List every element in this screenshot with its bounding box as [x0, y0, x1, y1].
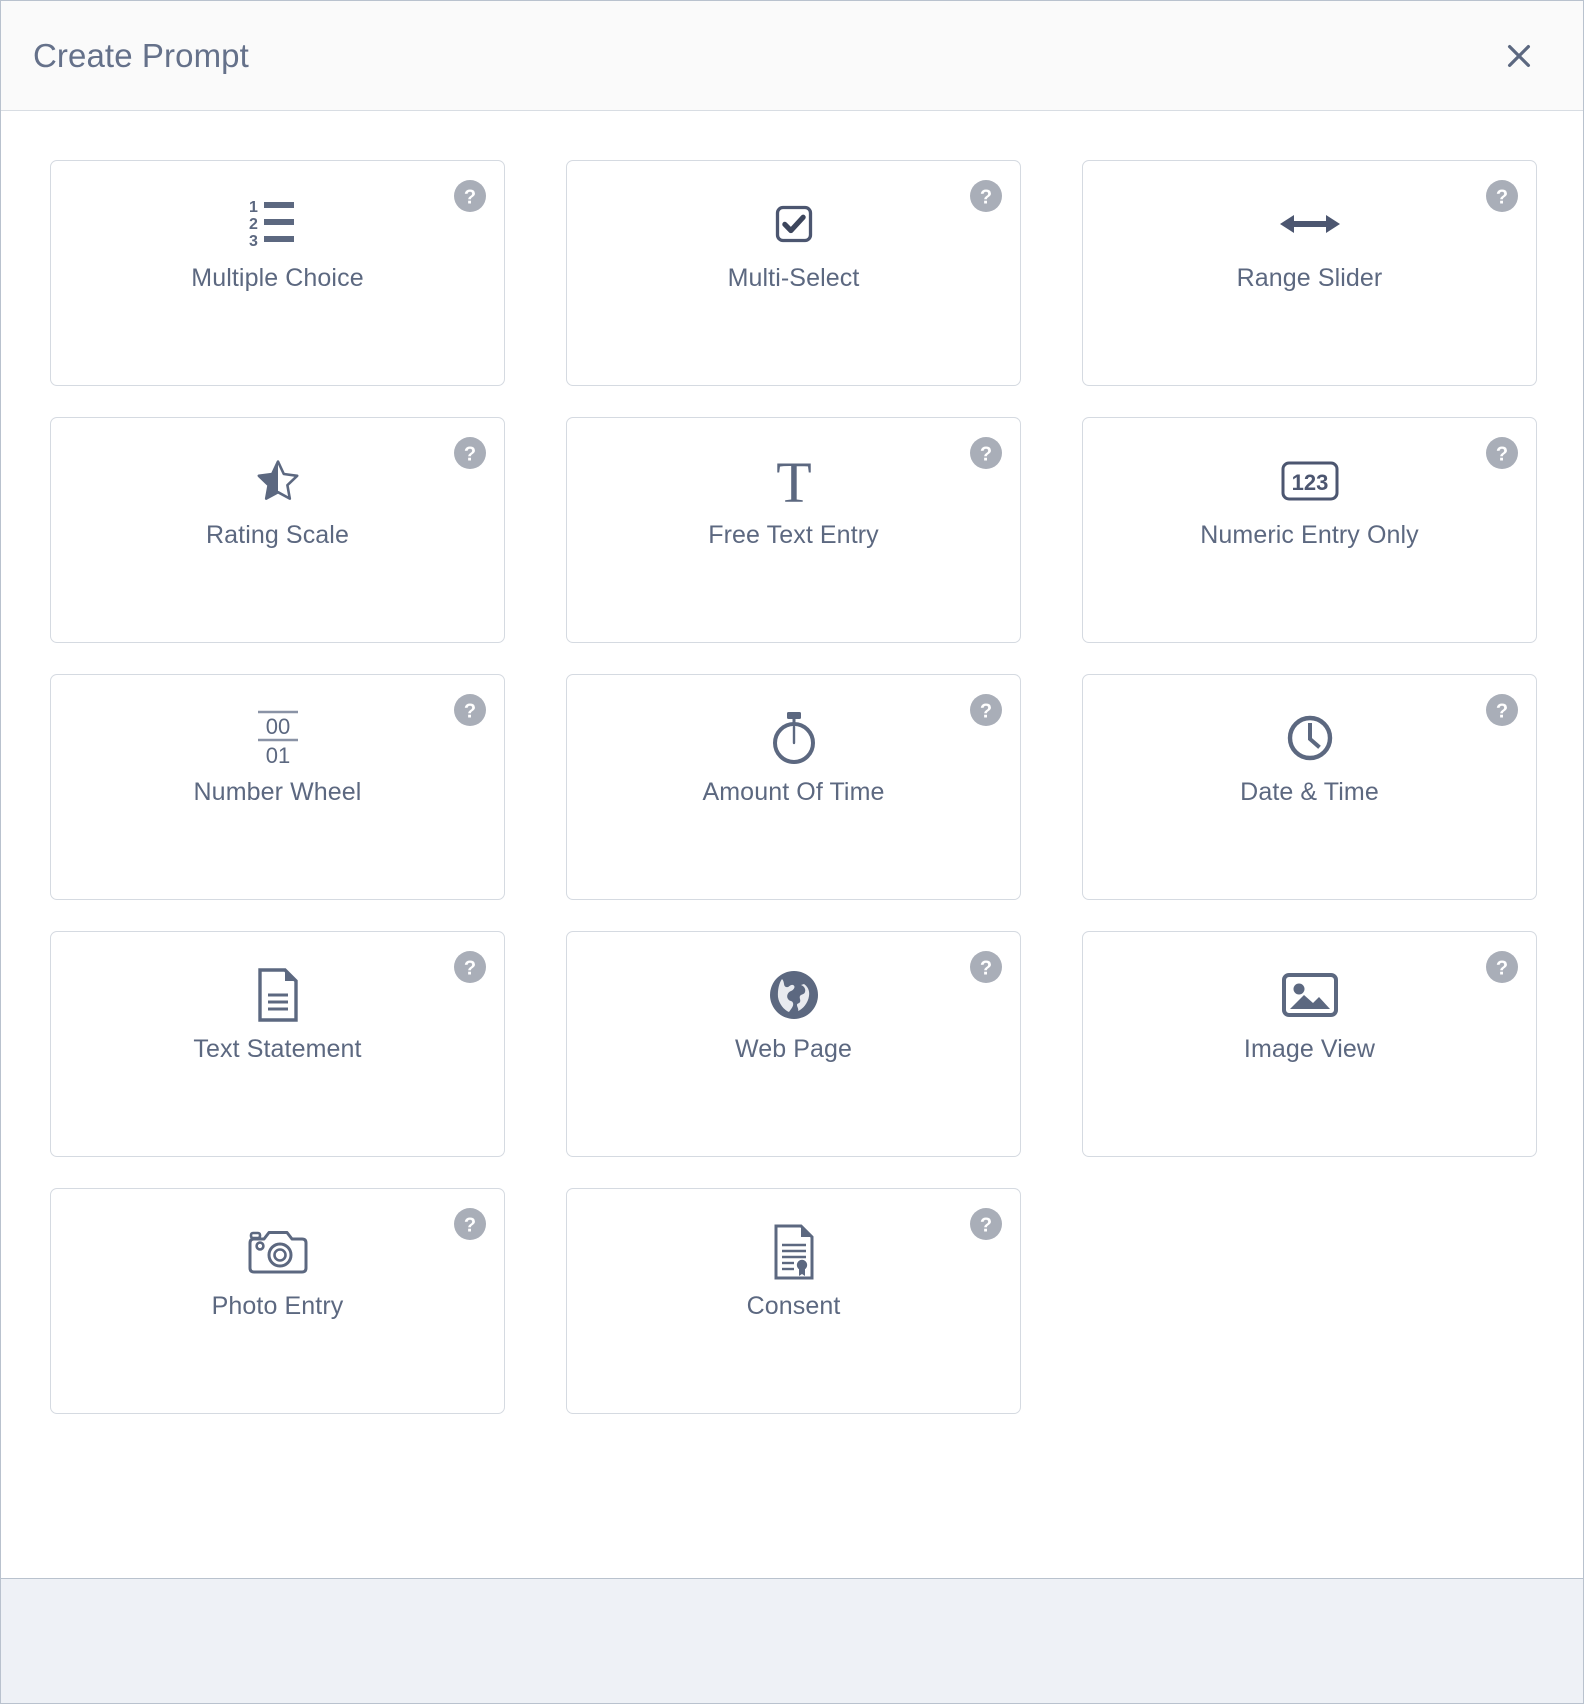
- svg-text:?: ?: [980, 443, 992, 465]
- close-icon: [1504, 41, 1534, 71]
- letter-t-icon: T: [567, 418, 1020, 522]
- help-icon[interactable]: ?: [1486, 437, 1518, 469]
- modal-footer: [1, 1578, 1583, 1703]
- svg-text:?: ?: [1496, 443, 1508, 465]
- help-icon[interactable]: ?: [454, 437, 486, 469]
- svg-text:3: 3: [249, 233, 258, 250]
- svg-text:?: ?: [464, 443, 476, 465]
- globe-icon: [567, 932, 1020, 1036]
- svg-text:00: 00: [265, 714, 289, 739]
- clock-icon: [1083, 675, 1536, 779]
- prompt-type-label: Free Text Entry: [708, 521, 879, 549]
- half-star-icon: [51, 418, 504, 522]
- number-wheel-icon: 00 01: [51, 675, 504, 779]
- help-icon[interactable]: ?: [1486, 180, 1518, 212]
- svg-text:123: 123: [1291, 470, 1328, 495]
- prompt-type-label: Number Wheel: [193, 778, 362, 806]
- svg-text:2: 2: [249, 216, 258, 233]
- left-right-arrow-icon: [1083, 161, 1536, 265]
- checkbox-checked-icon: [567, 161, 1020, 265]
- prompt-type-card-free-text-entry[interactable]: ? T Free Text Entry: [566, 417, 1021, 643]
- prompt-type-card-text-statement[interactable]: ? Text Statement: [50, 931, 505, 1157]
- modal-body: ? 1 2 3 Multiple Choice ? Multi-Select ?…: [1, 111, 1583, 1578]
- prompt-type-card-multiple-choice[interactable]: ? 1 2 3 Multiple Choice: [50, 160, 505, 386]
- prompt-type-card-image-view[interactable]: ? Image View: [1082, 931, 1537, 1157]
- prompt-type-label: Image View: [1243, 1035, 1376, 1063]
- prompt-type-label: Multi-Select: [727, 264, 860, 292]
- help-icon[interactable]: ?: [970, 694, 1002, 726]
- prompt-type-grid: ? 1 2 3 Multiple Choice ? Multi-Select ?…: [50, 160, 1537, 1414]
- prompt-type-card-photo-entry[interactable]: ? Photo Entry: [50, 1188, 505, 1414]
- prompt-type-card-consent[interactable]: ? Consent: [566, 1188, 1021, 1414]
- help-icon[interactable]: ?: [454, 1208, 486, 1240]
- prompt-type-card-multi-select[interactable]: ? Multi-Select: [566, 160, 1021, 386]
- stopwatch-icon: [567, 675, 1020, 779]
- svg-text:?: ?: [464, 700, 476, 722]
- help-icon[interactable]: ?: [970, 1208, 1002, 1240]
- numbered-list-icon: 1 2 3: [51, 161, 504, 265]
- svg-text:T: T: [776, 454, 811, 508]
- help-icon[interactable]: ?: [970, 180, 1002, 212]
- prompt-type-label: Multiple Choice: [191, 264, 364, 292]
- svg-text:?: ?: [1496, 957, 1508, 979]
- svg-text:?: ?: [980, 700, 992, 722]
- svg-text:1: 1: [249, 199, 258, 216]
- help-icon[interactable]: ?: [1486, 694, 1518, 726]
- svg-text:?: ?: [980, 1214, 992, 1236]
- prompt-type-card-web-page[interactable]: ? Web Page: [566, 931, 1021, 1157]
- prompt-type-label: Numeric Entry Only: [1200, 521, 1419, 549]
- svg-text:?: ?: [1496, 186, 1508, 208]
- svg-text:?: ?: [464, 1214, 476, 1236]
- prompt-type-label: Rating Scale: [206, 521, 349, 549]
- help-icon[interactable]: ?: [970, 951, 1002, 983]
- prompt-type-card-number-wheel[interactable]: ? 00 01 Number Wheel: [50, 674, 505, 900]
- prompt-type-label: Consent: [746, 1292, 841, 1320]
- svg-text:?: ?: [1496, 700, 1508, 722]
- help-icon[interactable]: ?: [454, 951, 486, 983]
- page-title: Create Prompt: [33, 37, 249, 74]
- picture-icon: [1083, 932, 1536, 1036]
- svg-text:01: 01: [265, 743, 289, 768]
- create-prompt-modal: Create Prompt ? 1 2 3 Multiple Choice ? …: [0, 0, 1584, 1704]
- prompt-type-card-range-slider[interactable]: ? Range Slider: [1082, 160, 1537, 386]
- certificate-icon: [567, 1189, 1020, 1293]
- help-icon[interactable]: ?: [1486, 951, 1518, 983]
- svg-text:?: ?: [980, 186, 992, 208]
- svg-text:?: ?: [464, 957, 476, 979]
- numeric-123-icon: 123: [1083, 418, 1536, 522]
- prompt-type-label: Web Page: [734, 1035, 853, 1063]
- prompt-type-label: Range Slider: [1236, 264, 1383, 292]
- prompt-type-card-rating-scale[interactable]: ? Rating Scale: [50, 417, 505, 643]
- prompt-type-label: Amount Of Time: [702, 778, 885, 806]
- svg-text:?: ?: [464, 186, 476, 208]
- help-icon[interactable]: ?: [454, 694, 486, 726]
- prompt-type-label: Text Statement: [193, 1035, 362, 1063]
- close-button[interactable]: [1493, 30, 1545, 82]
- prompt-type-card-numeric-entry-only[interactable]: ? 123 Numeric Entry Only: [1082, 417, 1537, 643]
- prompt-type-card-date-and-time[interactable]: ? Date & Time: [1082, 674, 1537, 900]
- help-icon[interactable]: ?: [970, 437, 1002, 469]
- prompt-type-label: Date & Time: [1240, 778, 1379, 806]
- prompt-type-label: Photo Entry: [211, 1292, 344, 1320]
- modal-header: Create Prompt: [1, 1, 1583, 111]
- document-icon: [51, 932, 504, 1036]
- prompt-type-card-amount-of-time[interactable]: ? Amount Of Time: [566, 674, 1021, 900]
- help-icon[interactable]: ?: [454, 180, 486, 212]
- svg-text:?: ?: [980, 957, 992, 979]
- camera-icon: [51, 1189, 504, 1293]
